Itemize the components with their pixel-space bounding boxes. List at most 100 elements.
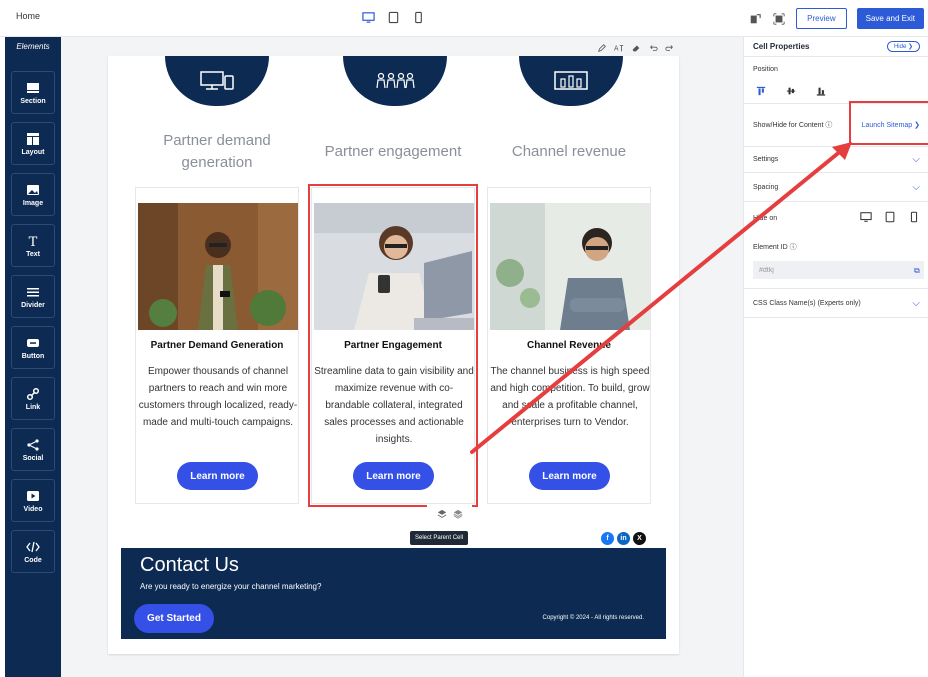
copy-icon[interactable]: ⧉ (914, 266, 920, 276)
monitor-icon (200, 71, 234, 90)
align-middle-icon[interactable] (785, 85, 796, 96)
hide-desktop-icon[interactable] (860, 211, 872, 225)
people-icon (376, 72, 415, 89)
tool-layout[interactable]: Layout (11, 122, 55, 165)
tool-link[interactable]: Link (11, 377, 55, 420)
tool-image[interactable]: Image (11, 173, 55, 216)
settings-label: Settings (753, 156, 779, 163)
man-arms-crossed-photo (490, 203, 650, 330)
section-icon (27, 82, 39, 93)
tool-label: Link (25, 403, 41, 411)
tool-video[interactable]: Video (11, 479, 55, 522)
layers-icon[interactable] (437, 506, 447, 524)
column-title: Channel revenue (511, 143, 627, 160)
undo-icon[interactable] (647, 42, 658, 53)
tool-label: Code (24, 556, 42, 564)
column-title: Partner engagement (324, 143, 462, 160)
tool-label: Layout (21, 148, 45, 156)
code-icon (26, 541, 40, 552)
get-started-button[interactable]: Get Started (134, 604, 214, 633)
position-icons (755, 85, 826, 96)
chevron-down-icon: ⌵ (912, 297, 920, 309)
css-class-section[interactable]: CSS Class Name(s) (Experts only) ⌵ (744, 289, 928, 318)
social-links: f in X (601, 532, 646, 545)
hide-tablet-icon[interactable] (884, 211, 896, 225)
chevron-down-icon: ⌵ (912, 181, 920, 193)
align-top-icon[interactable] (755, 85, 766, 96)
tool-divider[interactable]: Divider (11, 275, 55, 318)
card-partner-engagement[interactable]: Partner Engagement Streamline data to ga… (308, 184, 478, 507)
text-icon: T (29, 235, 38, 248)
settings-section[interactable]: Settings ⌵ (744, 147, 928, 173)
show-hide-label: Show/Hide for Content ⓘ (753, 122, 833, 129)
hide-on-label: Hide on (753, 214, 778, 222)
footer-subtitle: Are you ready to energize your channel m… (140, 582, 322, 591)
card-title: Partner Demand Generation (150, 340, 284, 351)
card-demand-generation[interactable]: Partner Demand Generation Empower thousa… (135, 187, 299, 504)
tool-label: Section (20, 97, 46, 105)
tool-label: Social (22, 454, 44, 462)
export-icon[interactable] (748, 12, 762, 26)
man-with-phone-photo (138, 203, 298, 330)
spacing-section[interactable]: Spacing ⌵ (744, 173, 928, 202)
contact-footer: Contact Us Are you ready to energize you… (121, 548, 666, 639)
tablet-view-icon[interactable] (387, 11, 400, 24)
select-parent-tooltip: Select Parent Cell (410, 531, 469, 545)
card-title: Partner Engagement (344, 340, 442, 351)
tool-button[interactable]: Button (11, 326, 55, 369)
home-link[interactable]: Home (16, 11, 40, 21)
button-icon (27, 338, 39, 347)
x-twitter-icon[interactable]: X (633, 532, 646, 545)
card-channel-revenue[interactable]: Channel Revenue The channel business is … (487, 187, 651, 504)
tool-label: Text (26, 250, 40, 258)
align-bottom-icon[interactable] (815, 85, 826, 96)
panel-header: Cell Properties Hide ❯ (744, 37, 928, 57)
desktop-view-icon[interactable] (362, 11, 375, 24)
info-icon: ⓘ (789, 244, 797, 251)
info-icon: ⓘ (825, 122, 833, 129)
facebook-icon[interactable]: f (601, 532, 614, 545)
divider-icon (27, 287, 39, 296)
mobile-view-icon[interactable] (412, 11, 425, 24)
svg-text:A: A (614, 44, 619, 52)
learn-more-button[interactable]: Learn more (177, 462, 258, 490)
learn-more-button[interactable]: Learn more (529, 462, 610, 490)
tool-section[interactable]: Section (11, 71, 55, 114)
video-icon (27, 490, 39, 501)
device-switcher (362, 11, 425, 24)
image-icon (27, 184, 39, 195)
spacing-label: Spacing (753, 183, 779, 191)
hide-mobile-icon[interactable] (908, 211, 920, 225)
tool-text[interactable]: T Text (11, 224, 55, 267)
preview-button[interactable]: Preview (796, 8, 847, 29)
circle-demand (165, 56, 269, 106)
sidebar-title: Elements (16, 42, 50, 51)
eraser-icon[interactable] (630, 42, 641, 53)
css-class-label: CSS Class Name(s) (Experts only) (753, 299, 861, 307)
card-description: The channel business is high speed and h… (490, 366, 650, 428)
hide-panel-button[interactable]: Hide ❯ (886, 41, 920, 52)
fullscreen-icon[interactable] (772, 12, 786, 26)
linkedin-icon[interactable]: in (617, 532, 630, 545)
tool-label: Divider (21, 301, 45, 309)
link-icon (26, 387, 40, 400)
top-actions: Preview Save and Exit (748, 8, 924, 29)
card-title: Channel Revenue (527, 340, 611, 351)
copyright-text: Copyright © 2024 - All rights reserved. (542, 615, 644, 621)
tool-label: Image (22, 199, 44, 207)
tool-label: Video (23, 505, 43, 513)
panel-title: Cell Properties (753, 42, 810, 51)
translate-icon[interactable]: A (613, 42, 624, 53)
parent-cell-controls (427, 505, 472, 525)
learn-more-button[interactable]: Learn more (353, 462, 434, 490)
tool-code[interactable]: Code (11, 530, 55, 573)
edit-toolbar: A (596, 42, 675, 53)
edit-pen-icon[interactable] (596, 42, 607, 53)
tool-social[interactable]: Social (11, 428, 55, 471)
redo-icon[interactable] (664, 42, 675, 53)
save-and-exit-button[interactable]: Save and Exit (856, 8, 924, 29)
layers-stack-icon[interactable] (453, 506, 463, 524)
bar-chart-icon (554, 71, 588, 90)
launch-sitemap-highlight (849, 101, 928, 145)
element-id-input[interactable] (753, 261, 924, 279)
